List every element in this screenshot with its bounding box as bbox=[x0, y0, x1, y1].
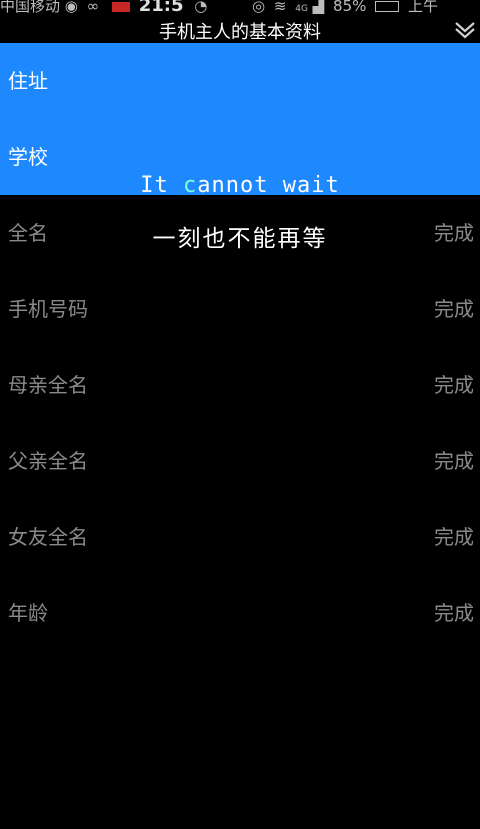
battery-icon bbox=[375, 1, 400, 12]
caption-part: It bbox=[140, 173, 184, 198]
row-label: 学校 bbox=[8, 145, 48, 169]
status-time: 21:5 bbox=[138, 0, 184, 14]
chevron-down-icon[interactable] bbox=[454, 20, 476, 40]
notification-icon: ◉ bbox=[64, 0, 78, 14]
row-label: 手机号码 bbox=[8, 297, 88, 321]
overlay-caption-chinese: 一刻也不能再等 bbox=[152, 226, 328, 252]
caption-part: annot wait bbox=[197, 173, 340, 198]
battery-percent: 85% bbox=[333, 0, 367, 14]
eye-icon: ◎ bbox=[252, 0, 266, 14]
status-done: 完成 bbox=[434, 297, 474, 321]
row-phone-number[interactable]: 手机号码 完成 bbox=[0, 271, 480, 347]
row-label: 女友全名 bbox=[8, 525, 88, 549]
page-title: 手机主人的基本资料 bbox=[159, 22, 321, 43]
status-done: 完成 bbox=[434, 601, 474, 625]
row-label: 母亲全名 bbox=[8, 373, 88, 397]
status-bar: 中国移动 ◉ ∞ 21:5 ◔ ◎ ≋ 4G ▟ 85% 上午 bbox=[0, 0, 480, 14]
network-type: 4G bbox=[295, 4, 308, 14]
link-icon: ∞ bbox=[86, 0, 100, 14]
row-address[interactable]: 住址 bbox=[0, 43, 480, 119]
row-girlfriend-name[interactable]: 女友全名 完成 bbox=[0, 499, 480, 575]
app-notification-icon bbox=[111, 1, 130, 12]
signal-icon: ▟ bbox=[312, 0, 325, 14]
caption-highlight: c bbox=[183, 173, 198, 198]
row-age[interactable]: 年龄 完成 bbox=[0, 575, 480, 651]
row-father-name[interactable]: 父亲全名 完成 bbox=[0, 423, 480, 499]
overlay-caption-english: It cannot wait bbox=[0, 173, 480, 198]
status-done: 完成 bbox=[434, 525, 474, 549]
status-right: ◎ ≋ 4G ▟ 85% 上午 bbox=[252, 0, 438, 14]
status-left: 中国移动 ◉ ∞ 21:5 ◔ bbox=[0, 0, 211, 14]
row-label: 住址 bbox=[8, 69, 48, 93]
title-bar: 手机主人的基本资料 bbox=[0, 14, 480, 43]
row-mother-name[interactable]: 母亲全名 完成 bbox=[0, 347, 480, 423]
status-done: 完成 bbox=[434, 373, 474, 397]
period-label: 上午 bbox=[407, 0, 438, 14]
carrier-label: 中国移动 bbox=[0, 0, 61, 14]
status-done: 完成 bbox=[434, 449, 474, 473]
row-label: 年龄 bbox=[8, 601, 48, 625]
wifi-icon: ≋ bbox=[273, 0, 287, 14]
row-label: 父亲全名 bbox=[8, 449, 88, 473]
alarm-icon: ◔ bbox=[194, 0, 208, 14]
